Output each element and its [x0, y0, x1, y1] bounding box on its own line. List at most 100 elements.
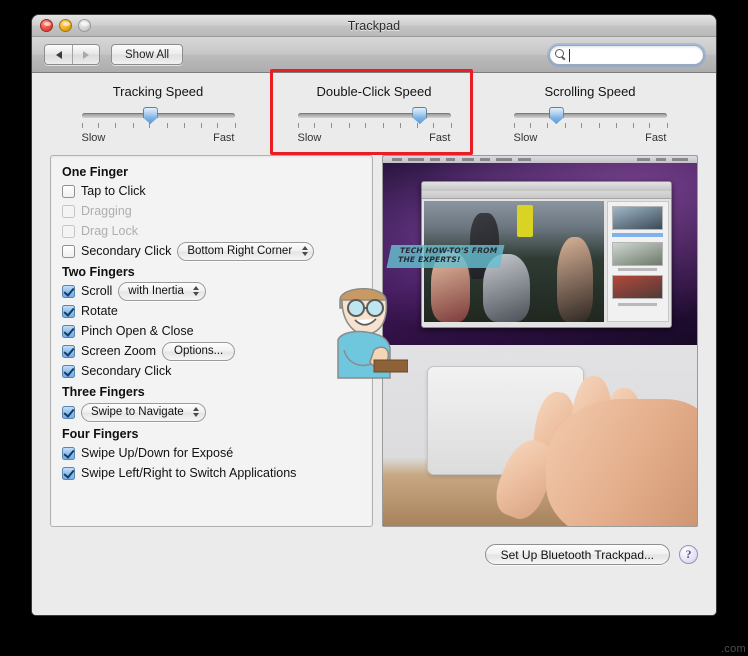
- checkbox[interactable]: [62, 405, 75, 419]
- popup-button[interactable]: Bottom Right Corner: [177, 241, 315, 261]
- checkbox[interactable]: [62, 324, 75, 338]
- option-row: Tap to Click: [62, 181, 361, 201]
- content-area: One Finger Tap to Click Dragging Drag Lock S…: [32, 155, 716, 527]
- search-field[interactable]: [549, 44, 704, 65]
- options-group-header: Three Fingers: [62, 385, 145, 399]
- slider-tick: [217, 123, 219, 128]
- slider-tick: [530, 123, 532, 128]
- checkbox[interactable]: [62, 344, 75, 358]
- option-label: Swipe Up/Down for Exposé: [81, 446, 234, 460]
- forward-arrow-icon: [83, 50, 89, 59]
- options-group-header: One Finger: [62, 165, 128, 179]
- checkbox[interactable]: [62, 466, 75, 480]
- options-button[interactable]: Options...: [162, 341, 236, 361]
- slider-tick: [382, 123, 384, 128]
- preview-trackpad-scene: [383, 344, 697, 526]
- slider-tick: [200, 123, 202, 128]
- footer-bar: Set Up Bluetooth Trackpad... ?: [32, 527, 716, 571]
- slider-tick: [166, 123, 168, 128]
- popup-button[interactable]: Swipe to Navigate: [81, 402, 206, 422]
- scrolling-speed-slider[interactable]: [513, 107, 667, 124]
- slider-tick: [149, 123, 151, 128]
- slider-tick: [649, 123, 651, 128]
- checkbox[interactable]: [62, 244, 75, 258]
- checkbox: [62, 224, 75, 238]
- tracking-speed-slider[interactable]: [81, 107, 235, 124]
- option-label: Secondary Click: [81, 364, 172, 378]
- checkbox[interactable]: [62, 184, 75, 198]
- slider-tick: [433, 123, 435, 128]
- checkbox: [62, 204, 75, 218]
- slider-tick: [115, 123, 117, 128]
- popup-button-label: Swipe to Navigate: [91, 406, 184, 418]
- preview-app-sidebar: [606, 200, 669, 322]
- slider-thumb[interactable]: [548, 107, 564, 124]
- gesture-preview-panel: TECH HOW-TO'S FROM THE EXPERTS!: [382, 155, 698, 527]
- zoom-button: [78, 19, 91, 32]
- speed-sliders-row: Tracking Speed Slow Fast Double-Click Sp…: [32, 69, 716, 155]
- option-row: Scroll with Inertia: [62, 281, 361, 301]
- back-arrow-icon: [55, 50, 62, 59]
- text-caret: [569, 48, 570, 62]
- slider-tick: [632, 123, 634, 128]
- option-label: Scroll: [81, 284, 113, 298]
- option-row: Pinch Open & Close: [62, 321, 361, 341]
- option-label: Dragging: [81, 204, 132, 218]
- option-label: Rotate: [81, 304, 118, 318]
- options-group-header: Four Fingers: [62, 427, 139, 441]
- slider-tick: [615, 123, 617, 128]
- slider-range-labels: Slow Fast: [298, 132, 451, 144]
- slider-ticks: [297, 123, 452, 131]
- slider-thumb[interactable]: [142, 107, 158, 124]
- slider-double-click-speed: Double-Click Speed Slow Fast: [266, 84, 482, 155]
- slider-tick: [331, 123, 333, 128]
- options-group-header: Two Fingers: [62, 265, 135, 279]
- trackpad-preferences-window: Trackpad Show All Tracking Speed Slow Fa…: [31, 14, 717, 616]
- slider-max-label: Fast: [213, 132, 235, 144]
- checkbox[interactable]: [62, 284, 75, 298]
- slider-track: [297, 113, 451, 118]
- navigation-buttons: [44, 44, 100, 65]
- slider-tick: [564, 123, 566, 128]
- set-up-bluetooth-trackpad-button[interactable]: Set Up Bluetooth Trackpad...: [484, 544, 670, 565]
- slider-max-label: Fast: [645, 132, 667, 144]
- slider-tick: [81, 123, 83, 128]
- search-input[interactable]: [569, 48, 703, 61]
- preview-desktop-scene: TECH HOW-TO'S FROM THE EXPERTS!: [383, 156, 697, 345]
- chevron-updown-icon: [192, 406, 201, 419]
- close-button[interactable]: [40, 19, 53, 32]
- slider-tick: [297, 123, 299, 128]
- minimize-button[interactable]: [59, 19, 72, 32]
- slider-tick: [598, 123, 600, 128]
- slider-label-scrolling-speed: Scrolling Speed: [544, 84, 636, 99]
- back-button[interactable]: [45, 45, 72, 64]
- slider-tick: [132, 123, 134, 128]
- popup-button[interactable]: with Inertia: [118, 281, 206, 301]
- checkbox[interactable]: [62, 304, 75, 318]
- traffic-lights: [40, 19, 91, 32]
- show-all-button[interactable]: Show All: [111, 44, 184, 65]
- slider-tick: [399, 123, 401, 128]
- option-row: Dragging: [62, 201, 361, 221]
- option-row: Swipe to Navigate: [62, 401, 361, 423]
- help-button[interactable]: ?: [679, 545, 698, 564]
- slider-tick: [666, 123, 668, 128]
- option-row: Rotate: [62, 301, 361, 321]
- checkbox[interactable]: [62, 446, 75, 460]
- checkbox[interactable]: [62, 364, 75, 378]
- option-label: Drag Lock: [81, 224, 138, 238]
- slider-tick: [365, 123, 367, 128]
- slider-thumb[interactable]: [412, 107, 428, 124]
- window-titlebar: Trackpad: [32, 15, 716, 37]
- slider-min-label: Slow: [513, 132, 538, 144]
- window-title: Trackpad: [347, 18, 401, 33]
- preferences-body: Tracking Speed Slow Fast Double-Click Sp…: [32, 69, 716, 615]
- double-click-speed-slider[interactable]: [297, 107, 451, 124]
- slider-ticks: [513, 123, 668, 131]
- toolbar: Show All: [32, 37, 716, 73]
- option-label: Secondary Click: [81, 244, 172, 258]
- option-label: Tap to Click: [81, 184, 146, 198]
- gesture-options-panel: One Finger Tap to Click Dragging Drag Lock S…: [50, 155, 373, 527]
- slider-range-labels: Slow Fast: [82, 132, 235, 144]
- option-row: Secondary Click: [62, 361, 361, 381]
